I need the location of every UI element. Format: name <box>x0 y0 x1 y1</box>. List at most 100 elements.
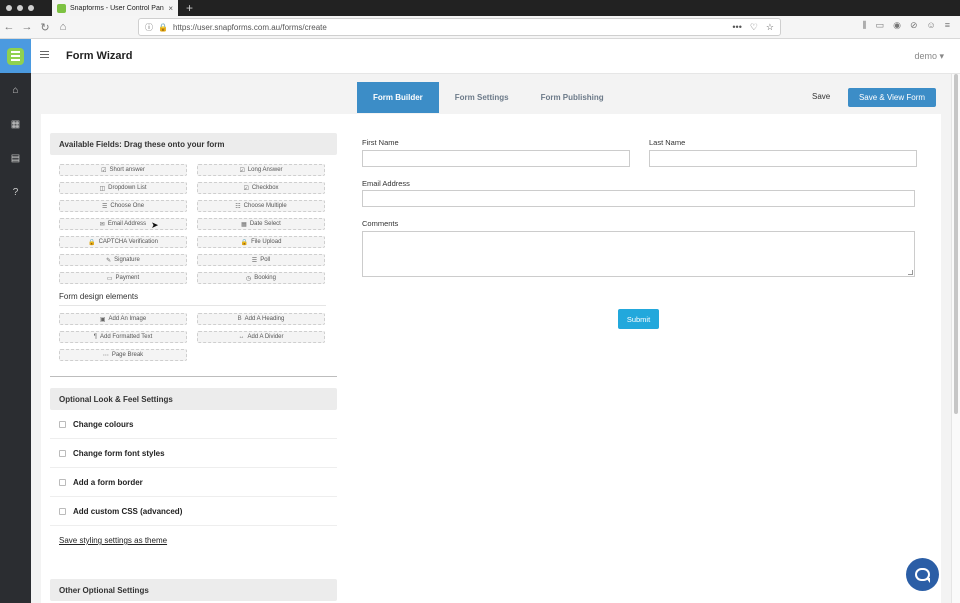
back-icon[interactable]: ← <box>0 21 18 33</box>
other-settings-header[interactable]: Other Optional Settings <box>50 579 337 601</box>
library-icon[interactable]: ⫼ <box>862 20 866 31</box>
blocker-icon[interactable]: ⊘ <box>910 20 918 31</box>
fields-column: Available Fields: Drag these onto your f… <box>50 133 337 601</box>
field-add-an-image-button[interactable]: ▣ Add An Image <box>59 313 187 325</box>
sidebar-toggle-icon[interactable]: ▭ <box>876 20 885 31</box>
info-icon: ⓘ <box>145 22 153 32</box>
tab-form-settings[interactable]: Form Settings <box>439 82 525 113</box>
browser-tab[interactable]: Snapforms - User Control Pane × <box>52 0 178 16</box>
window-controls[interactable] <box>6 5 34 11</box>
browser-tab-title: Snapforms - User Control Pane <box>70 4 165 12</box>
checkbox[interactable] <box>59 449 66 457</box>
look-feel-header[interactable]: Optional Look & Feel Settings <box>50 388 337 410</box>
option-form-border[interactable]: Add a form border <box>50 468 337 497</box>
field-file-upload-button[interactable]: 🔒 File Upload <box>197 236 325 248</box>
field-type-icon: ▦ <box>241 221 247 228</box>
checkbox[interactable] <box>59 478 66 486</box>
field-poll-button[interactable]: ☰ Poll <box>197 254 325 266</box>
option-change-colours[interactable]: Change colours <box>50 410 337 439</box>
field-dropdown-list-button[interactable]: ◫ Dropdown List <box>59 182 187 194</box>
tab-form-publishing[interactable]: Form Publishing <box>525 82 620 113</box>
chat-widget-button[interactable] <box>906 558 939 591</box>
field-add-a-heading-button[interactable]: B Add A Heading <box>197 313 325 325</box>
field-short-answer-button[interactable]: ☑ Short answer <box>59 164 187 176</box>
field-payment-button[interactable]: ▭ Payment <box>59 272 187 284</box>
field-signature-button[interactable]: ✎ Signature <box>59 254 187 266</box>
sidebar-help-icon[interactable]: ? <box>0 175 31 209</box>
address-bar[interactable]: ⓘ 🔒 https://user.snapforms.com.au/forms/… <box>138 18 781 36</box>
page-actions-icon[interactable]: ••• <box>732 22 741 33</box>
field-long-answer-button[interactable]: ☑ Long Answer <box>197 164 325 176</box>
snapforms-logo[interactable] <box>0 39 31 73</box>
available-fields-grid: ☑ Short answer ☑ Long Answer ◫ Dropdown List ☑… <box>50 155 337 284</box>
sidebar-submissions-icon[interactable]: ▤ <box>0 141 31 175</box>
url-text[interactable]: https://user.snapforms.com.au/forms/crea… <box>173 23 727 32</box>
field-label: Choose One <box>110 203 145 209</box>
user-name: demo <box>914 51 937 61</box>
field-type-icon: ◷ <box>246 275 252 282</box>
design-elements-title: Form design elements <box>59 292 326 306</box>
field-label: Add A Heading <box>244 316 285 322</box>
save-and-view-button[interactable]: Save & View Form <box>848 88 936 107</box>
pocket-icon[interactable]: ♡ <box>750 22 758 33</box>
field-booking-button[interactable]: ◷ Booking <box>197 272 325 284</box>
sidebar-home-icon[interactable]: ⌂ <box>0 73 31 107</box>
field-label: Long Answer <box>247 167 283 173</box>
user-menu[interactable]: demo ▾ <box>914 51 944 62</box>
forward-icon[interactable]: → <box>18 21 36 33</box>
builder-panel: Available Fields: Drag these onto your f… <box>41 114 941 603</box>
checkbox[interactable] <box>59 507 66 515</box>
field-email-address-button[interactable]: ✉ Email Address <box>59 218 187 230</box>
checkbox[interactable] <box>59 420 66 428</box>
field-type-icon: ✎ <box>106 257 112 264</box>
tab-form-builder[interactable]: Form Builder <box>357 82 439 113</box>
email-input[interactable] <box>362 190 915 207</box>
first-name-input[interactable] <box>362 150 630 167</box>
field-choose-one-button[interactable]: ☰ Choose One <box>59 200 187 212</box>
extension-icon[interactable]: ◉ <box>893 20 901 31</box>
home-icon[interactable]: ⌂ <box>54 21 72 33</box>
snapforms-favicon-icon <box>57 3 66 13</box>
section-divider <box>50 376 337 377</box>
browser-menu-icon[interactable]: ≡ <box>945 20 950 31</box>
field-checkbox-button[interactable]: ☑ Checkbox <box>197 182 325 194</box>
page-scrollbar[interactable] <box>951 74 960 603</box>
option-label: Change colours <box>73 419 134 429</box>
field-type-icon: 🔒 <box>240 239 249 246</box>
available-fields-header: Available Fields: Drag these onto your f… <box>50 133 337 155</box>
new-tab-icon[interactable]: + <box>186 0 193 16</box>
builder-tabs: Form Builder Form Settings Form Publishi… <box>357 82 620 113</box>
field-add-formatted-text-button[interactable]: ¶ Add Formatted Text <box>59 331 187 343</box>
chat-icon <box>915 568 930 583</box>
last-name-input[interactable] <box>649 150 917 167</box>
field-type-icon: ☰ <box>101 203 108 210</box>
option-label: Add a form border <box>73 477 143 487</box>
field-date-select-button[interactable]: ▦ Date Select <box>197 218 325 230</box>
chevron-down-icon: ▾ <box>939 51 944 61</box>
save-theme-link[interactable]: Save styling settings as theme <box>59 536 167 545</box>
sidebar-forms-icon[interactable]: ▦ <box>0 107 31 141</box>
field-label: Booking <box>254 275 276 281</box>
hamburger-menu-icon[interactable] <box>40 51 49 58</box>
submit-button[interactable]: Submit <box>618 309 659 329</box>
field-page-break-button[interactable]: ⋯ Page Break <box>59 349 187 361</box>
field-type-icon: ☰ <box>251 257 258 264</box>
comments-textarea[interactable] <box>362 231 915 277</box>
browser-nav-bar: ← → ↻ ⌂ ⓘ 🔒 https://user.snapforms.com.a… <box>0 16 960 39</box>
scrollbar-thumb[interactable] <box>954 74 958 414</box>
account-icon[interactable]: ☺ <box>927 20 936 31</box>
design-elements-grid: ▣ Add An Image B Add A Heading ¶ Add Formatte… <box>50 306 337 361</box>
reload-icon[interactable]: ↻ <box>36 21 54 34</box>
field-choose-multiple-button[interactable]: ☷ Choose Multiple <box>197 200 325 212</box>
field-label: Dropdown List <box>108 185 147 191</box>
close-tab-icon[interactable]: × <box>168 4 173 13</box>
field-captcha-verification-button[interactable]: 🔒 CAPTCHA Verification <box>59 236 187 248</box>
save-button[interactable]: Save <box>803 89 839 104</box>
bookmark-star-icon[interactable]: ☆ <box>766 22 774 33</box>
option-change-font-styles[interactable]: Change form font styles <box>50 439 337 468</box>
resize-handle-icon[interactable] <box>908 270 913 275</box>
field-add-a-divider-button[interactable]: ↔ Add A Divider <box>197 331 325 343</box>
field-label: Choose Multiple <box>243 203 287 209</box>
comments-label: Comments <box>362 219 399 228</box>
option-custom-css[interactable]: Add custom CSS (advanced) <box>50 497 337 526</box>
